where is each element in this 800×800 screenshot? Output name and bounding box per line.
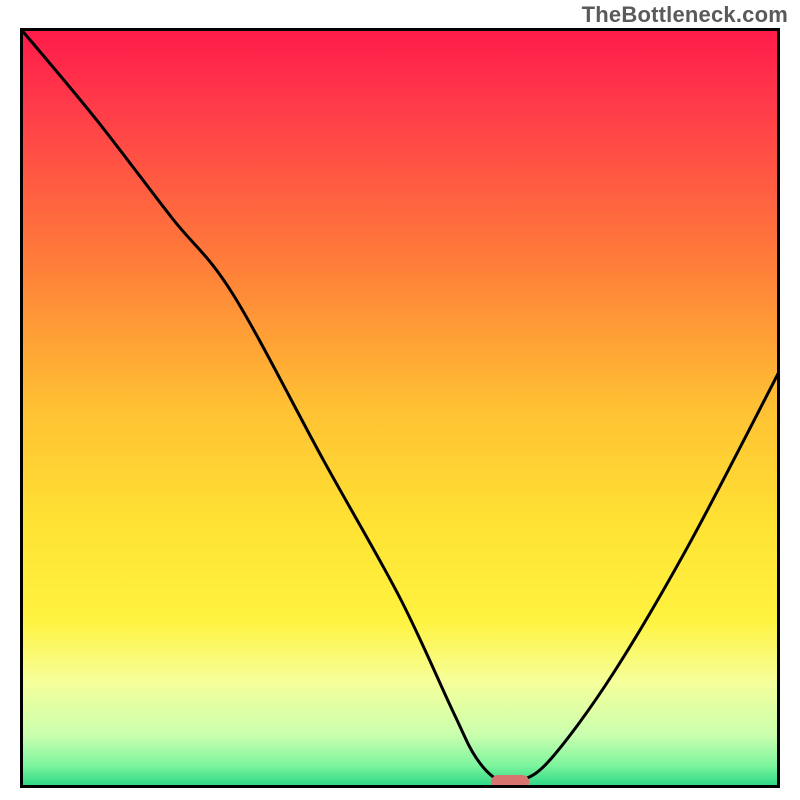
bottleneck-chart [20, 28, 780, 788]
gradient-background [20, 28, 780, 788]
chart-container: TheBottleneck.com [0, 0, 800, 800]
watermark-label: TheBottleneck.com [582, 2, 788, 28]
plot-area [20, 28, 780, 788]
